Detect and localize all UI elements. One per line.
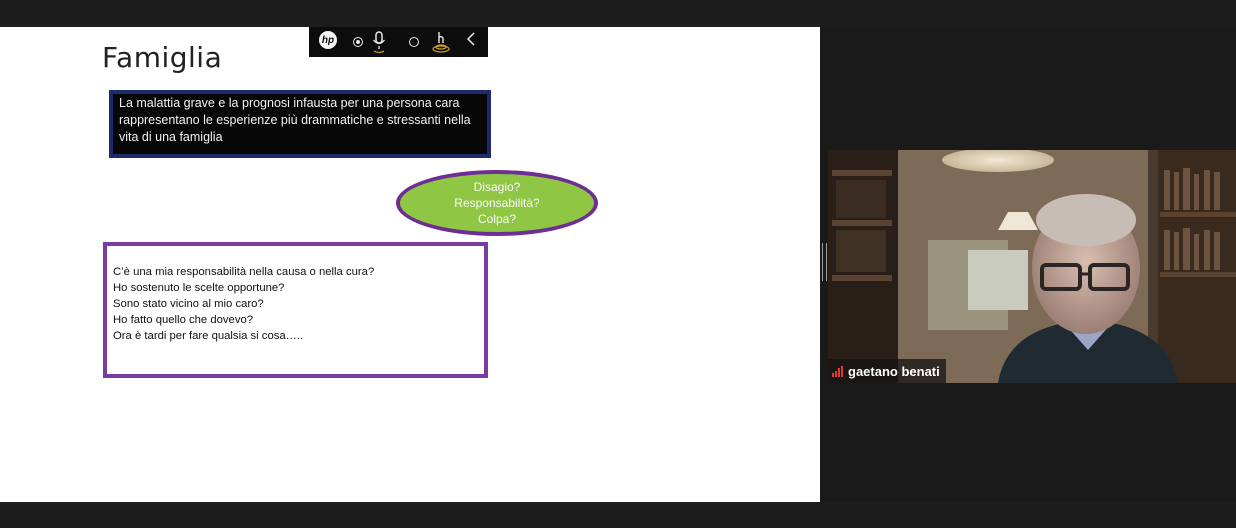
question-line: C’è una mia responsabilità nella causa o… [113,266,375,278]
ellipse-line: Responsabilità? [454,196,540,210]
participant-video[interactable]: gaetano benati [828,150,1236,383]
hp-logo-icon[interactable]: hp [319,31,337,49]
participant-video-frame [828,150,1236,383]
touch-gesture-icon[interactable] [430,29,452,55]
meeting-window: Famiglia La malattia grave e la prognosi… [0,0,1236,528]
question-line: Ho sostenuto le scelte opportune? [113,282,285,294]
hp-floating-toolbar: hp [309,27,488,57]
ellipse-line: Colpa? [477,212,517,226]
question-line: Ora è tardi per fare qualsia si cosa….. [113,330,304,342]
slide-title: Famiglia [102,41,223,74]
top-bar [0,0,1236,27]
participant-name-label: gaetano benati [828,359,946,383]
panel-resize-handle[interactable] [822,243,827,281]
radio-selected-icon[interactable] [353,37,363,47]
shared-slide: Famiglia La malattia grave e la prognosi… [0,27,820,502]
intro-text-box: La malattia grave e la prognosi infausta… [109,90,491,158]
bottom-bar [0,502,1236,528]
question-line: Sono stato vicino al mio caro? [113,298,264,310]
signal-strength-icon [832,365,843,377]
ellipse-line: Disagio? [473,180,521,194]
questions-box: C’è una mia responsabilità nella causa o… [103,242,488,378]
microphone-icon[interactable] [371,30,387,54]
radio-icon[interactable] [409,37,419,47]
feelings-ellipse: Disagio? Responsabilità? Colpa? [396,170,598,236]
participant-name: gaetano benati [848,363,940,379]
chevron-left-icon[interactable] [465,30,477,50]
question-line: Ho fatto quello che dovevo? [113,314,254,326]
